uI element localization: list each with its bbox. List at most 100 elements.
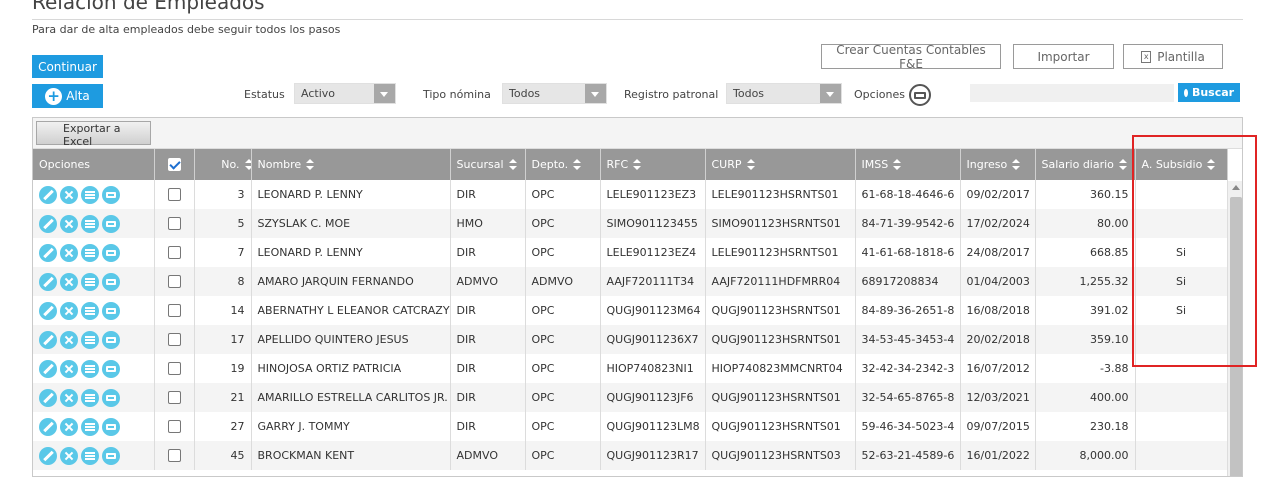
edit-icon[interactable] [39,272,57,291]
table-row[interactable]: 8 AMARO JARQUIN FERNANDO ADMVO ADMVO AAJF720… [33,267,1228,296]
col-select-all[interactable] [154,149,195,180]
edit-icon[interactable] [39,330,57,349]
list-icon[interactable] [81,417,99,436]
col-salario-diario[interactable]: Salario diario [1035,149,1136,180]
table-row[interactable]: 17 APELLIDO QUINTERO JESUS DIR OPC QUGJ90112… [33,325,1228,354]
print-icon[interactable] [102,214,120,233]
edit-icon[interactable] [39,301,57,320]
cell-opciones [33,383,155,412]
search-input[interactable] [970,84,1174,102]
print-icon[interactable] [102,359,120,378]
print-icon[interactable] [102,301,120,320]
estatus-select[interactable]: Activo [294,83,396,104]
delete-icon[interactable] [60,388,78,407]
registro-patronal-select[interactable]: Todos [726,83,842,104]
row-checkbox[interactable] [167,304,181,318]
scroll-up-icon[interactable] [1232,185,1240,190]
table-row[interactable]: 5 SZYSLAK C. MOE HMO OPC SIMO901123455 SIMO90… [33,209,1228,238]
cell-ingreso: 09/07/2015 [960,412,1036,441]
cell-select [154,209,195,238]
row-checkbox[interactable] [167,188,181,202]
col-curp[interactable]: CURP [705,149,856,180]
list-icon[interactable] [81,330,99,349]
row-checkbox[interactable] [167,449,181,463]
edit-icon[interactable] [39,214,57,233]
select-all-checkbox[interactable] [167,158,181,172]
row-checkbox[interactable] [167,275,181,289]
list-icon[interactable] [81,388,99,407]
list-icon[interactable] [81,446,99,465]
print-icon[interactable] [102,446,120,465]
delete-icon[interactable] [60,185,78,204]
row-checkbox[interactable] [167,217,181,231]
col-a-subsidio[interactable]: A. Subsidio [1135,149,1228,180]
row-checkbox[interactable] [167,333,181,347]
print-icon[interactable] [102,330,120,349]
delete-icon[interactable] [60,243,78,262]
print-icon[interactable] [102,243,120,262]
table-row[interactable]: 45 BROCKMAN KENT ADMVO OPC QUGJ901123R17 QUGJ… [33,441,1228,470]
edit-icon[interactable] [39,185,57,204]
row-checkbox[interactable] [167,246,181,260]
edit-icon[interactable] [39,417,57,436]
print-icon[interactable] [102,272,120,291]
delete-icon[interactable] [60,214,78,233]
edit-icon[interactable] [39,359,57,378]
col-rfc[interactable]: RFC [600,149,706,180]
alta-label: Alta [66,89,90,103]
row-checkbox[interactable] [167,362,181,376]
cell-sucursal: DIR [450,325,526,354]
delete-icon[interactable] [60,272,78,291]
importar-button[interactable]: Importar [1013,44,1114,69]
list-icon[interactable] [81,243,99,262]
delete-icon[interactable] [60,359,78,378]
delete-icon[interactable] [60,446,78,465]
col-imss[interactable]: IMSS [855,149,961,180]
delete-icon[interactable] [60,330,78,349]
tipo-nomina-select[interactable]: Todos [502,83,607,104]
table-row[interactable]: 14 ABERNATHY L ELEANOR CATCRAZY DIR OPC QUGJ… [33,296,1228,325]
cell-no: 7 [194,238,252,267]
cell-depto: OPC [525,238,601,267]
cell-nombre: SZYSLAK C. MOE [251,209,451,238]
alta-button[interactable]: + Alta [32,84,103,108]
list-icon[interactable] [81,301,99,320]
grid-toolbar: Exportar a Excel [33,118,1242,149]
table-row[interactable]: 27 GARRY J. TOMMY DIR OPC QUGJ901123LM8 QUGJ9… [33,412,1228,441]
edit-icon[interactable] [39,243,57,262]
list-icon[interactable] [81,185,99,204]
edit-icon[interactable] [39,388,57,407]
delete-icon[interactable] [60,301,78,320]
table-row[interactable]: 21 AMARILLO ESTRELLA CARLITOS JR. DIR OPC QU… [33,383,1228,412]
crear-cuentas-button[interactable]: Crear Cuentas Contables F&E [821,43,1001,71]
print-icon[interactable] [102,388,120,407]
cell-a-subsidio [1135,383,1228,412]
continuar-button[interactable]: Continuar [32,55,103,78]
print-icon[interactable] [102,185,120,204]
list-icon[interactable] [81,214,99,233]
row-checkbox[interactable] [167,391,181,405]
cell-nombre: APELLIDO QUINTERO JESUS [251,325,451,354]
edit-icon[interactable] [39,446,57,465]
delete-icon[interactable] [60,417,78,436]
buscar-button[interactable]: Buscar [1178,83,1240,102]
exportar-excel-button[interactable]: Exportar a Excel [36,121,151,148]
col-depto[interactable]: Depto. [525,149,601,180]
col-nombre[interactable]: Nombre [251,149,451,180]
col-sucursal[interactable]: Sucursal [450,149,526,180]
list-icon[interactable] [81,359,99,378]
table-row[interactable]: 3 LEONARD P. LENNY DIR OPC LELE901123EZ3 LELE… [33,180,1228,209]
scroll-thumb[interactable] [1230,197,1242,476]
plantilla-button[interactable]: x Plantilla [1123,44,1223,69]
table-row[interactable]: 7 LEONARD P. LENNY DIR OPC LELE901123EZ4 LELE… [33,238,1228,267]
print-icon[interactable] [102,417,120,436]
row-checkbox[interactable] [167,420,181,434]
cell-select [154,238,195,267]
col-ingreso[interactable]: Ingreso [960,149,1036,180]
vertical-scrollbar[interactable] [1227,181,1242,476]
cell-select [154,354,195,383]
col-no[interactable]: No. [194,149,252,180]
list-icon[interactable] [81,272,99,291]
print-icon[interactable] [909,84,931,106]
table-row[interactable]: 19 HINOJOSA ORTIZ PATRICIA DIR OPC HIOP74082… [33,354,1228,383]
